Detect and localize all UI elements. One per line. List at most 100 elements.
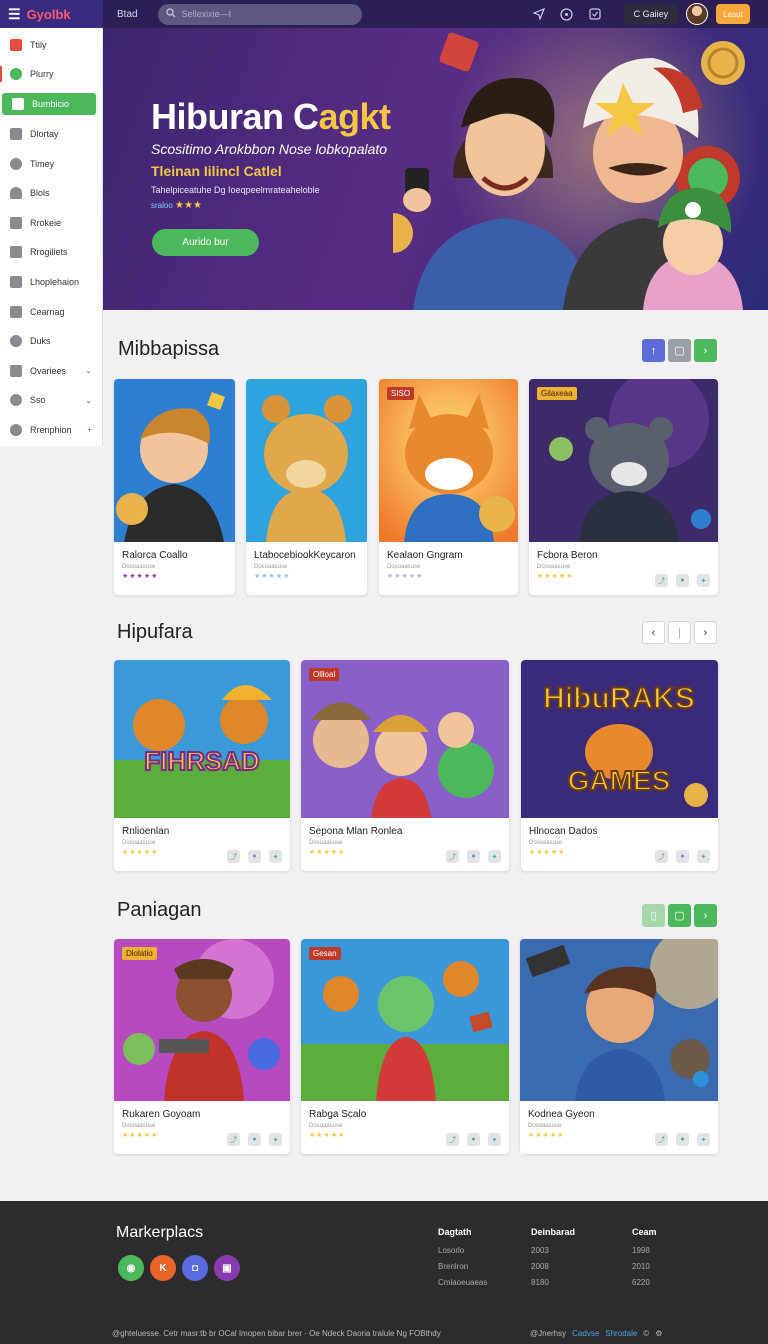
sidebar-item-8[interactable]: Lhoplehaion: [0, 267, 102, 297]
card-thumbnail[interactable]: Ollloal: [301, 660, 509, 818]
chat-icon[interactable]: ◉: [118, 1255, 144, 1281]
menu-icon[interactable]: ☰: [8, 6, 21, 23]
footer-bottom-link[interactable]: Cadvse: [572, 1329, 599, 1338]
settings-icon[interactable]: ⚙: [655, 1329, 662, 1338]
bookmark-icon[interactable]: ▯: [642, 904, 665, 927]
brand[interactable]: ☰ Gyolbk: [0, 0, 103, 28]
bookmark-icon[interactable]: ●: [467, 850, 480, 863]
grid-view-icon[interactable]: ▢: [668, 339, 691, 362]
bookmark-icon[interactable]: ●: [676, 574, 689, 587]
sidebar-item-1[interactable]: Plurry: [0, 60, 102, 90]
footer-bottom-link[interactable]: @Jnerhsy: [530, 1329, 566, 1338]
footer-link[interactable]: Cmlaoeuaeas: [438, 1278, 487, 1287]
sidebar-item-label: Dlortay: [30, 128, 59, 139]
nav-link[interactable]: Btad: [117, 9, 138, 20]
sidebar-item-12[interactable]: Sso ⌄: [0, 386, 102, 416]
share-icon[interactable]: ⤴: [446, 850, 459, 863]
pin-icon[interactable]: ↑: [642, 339, 665, 362]
sidebar-item-6[interactable]: Rrokeie: [0, 208, 102, 238]
sidebar-item-3[interactable]: Dlortay: [0, 119, 102, 149]
share-icon[interactable]: ⤴: [227, 850, 240, 863]
hero-cta-button[interactable]: Aurido bur: [152, 229, 259, 256]
controller-icon[interactable]: ✦: [269, 850, 282, 863]
sidebar-item-4[interactable]: Timey: [0, 149, 102, 179]
search-input[interactable]: [181, 9, 352, 19]
game-card[interactable]: Kodnea Gyeon Dosoaasuse ★★★★★ ⤴ ● ✦: [520, 939, 718, 1154]
controller-icon[interactable]: ✦: [488, 1133, 501, 1146]
sidebar-item-13[interactable]: Rrenphion +: [0, 415, 102, 445]
hero-rating-label: sraloo: [151, 201, 173, 210]
calendar-icon: [12, 98, 24, 111]
game-card[interactable]: FIHRSAD Rnlioenlan Dosoaasuse ★★★★★ ⤴ ● …: [114, 660, 290, 871]
footer-column-heading: Dagtath: [438, 1227, 472, 1237]
card-thumbnail[interactable]: [114, 379, 235, 542]
page-indicator-icon[interactable]: |: [668, 621, 691, 644]
brand-logo[interactable]: Gyolbk: [27, 7, 71, 22]
instagram-icon[interactable]: ◘: [182, 1255, 208, 1281]
card-thumbnail[interactable]: HibuRAKS GAMES: [521, 660, 718, 818]
controller-icon[interactable]: ✦: [697, 574, 710, 587]
message-icon[interactable]: [588, 7, 602, 21]
card-art-subtitle: GAMES: [568, 765, 671, 796]
bookmark-icon[interactable]: ●: [248, 1133, 261, 1146]
sidebar-item-2[interactable]: Bumbicio: [2, 93, 96, 116]
game-card[interactable]: SISO Kealaon Gngram Dosoaasuse ★★★★★: [379, 379, 518, 595]
social-k-icon[interactable]: K: [150, 1255, 176, 1281]
share-icon[interactable]: ⤴: [227, 1133, 240, 1146]
chevron-down-icon[interactable]: ⌄: [85, 366, 92, 375]
card-thumbnail[interactable]: SISO: [379, 379, 518, 542]
bookmark-icon[interactable]: ●: [676, 850, 689, 863]
share-icon[interactable]: ⤴: [446, 1133, 459, 1146]
card-actions: ⤴ ● ✦: [655, 850, 710, 863]
sidebar-item-7[interactable]: Rrogiliets: [0, 238, 102, 268]
bookmark-icon[interactable]: ●: [467, 1133, 480, 1146]
card-thumbnail[interactable]: Dlolatio: [114, 939, 290, 1101]
game-card[interactable]: Ralorca Coallo Dosoaasuse ★★★★★: [114, 379, 235, 595]
footer-link[interactable]: Losorlo: [438, 1246, 487, 1255]
card-title: Sepona Mlan Ronlea: [309, 826, 403, 837]
chevron-left-icon[interactable]: ‹: [642, 621, 665, 644]
sidebar-item-10[interactable]: Duks: [0, 326, 102, 356]
game-card[interactable]: Ollloal Sepona Mlan Ronlea Dosoaasuse ★★…: [301, 660, 509, 871]
game-card[interactable]: Gilaxeaa Fcbora Beron Dosoaasuse ★★★★★ ⤴…: [529, 379, 718, 595]
card-thumbnail[interactable]: FIHRSAD: [114, 660, 290, 818]
chevron-down-icon[interactable]: ⌄: [85, 396, 92, 405]
bookmark-icon[interactable]: ●: [248, 850, 261, 863]
gallery-button[interactable]: C Gaiiey: [623, 4, 679, 24]
controller-icon[interactable]: ✦: [697, 850, 710, 863]
card-thumbnail[interactable]: Gesan: [301, 939, 509, 1101]
help-icon[interactable]: [560, 7, 574, 21]
sidebar-item-5[interactable]: Blols: [0, 178, 102, 208]
plus-icon[interactable]: +: [87, 425, 92, 434]
game-card[interactable]: Dlolatio Rukaren Goyoam Dosoaasuse ★★★★★…: [114, 939, 290, 1154]
controller-icon[interactable]: ✦: [269, 1133, 282, 1146]
card-art: [246, 379, 367, 542]
share-icon[interactable]: ⤴: [655, 1133, 668, 1146]
share-icon[interactable]: ⤴: [655, 850, 668, 863]
grid-view-icon[interactable]: ▢: [668, 904, 691, 927]
share-icon[interactable]: ⤴: [655, 574, 668, 587]
game-card[interactable]: Gesan Rabga Scalo Dosoaasuse ★★★★★ ⤴ ● ✦: [301, 939, 509, 1154]
card-thumbnail[interactable]: [246, 379, 367, 542]
footer-link[interactable]: Brenlron: [438, 1262, 487, 1271]
sidebar-item-9[interactable]: Cearnag: [0, 297, 102, 327]
search-bar[interactable]: [157, 3, 362, 25]
controller-icon[interactable]: ✦: [488, 850, 501, 863]
card-thumbnail[interactable]: [520, 939, 718, 1101]
next-icon[interactable]: ›: [694, 904, 717, 927]
store-icon[interactable]: ▣: [214, 1255, 240, 1281]
controller-icon[interactable]: ✦: [697, 1133, 710, 1146]
game-card[interactable]: HibuRAKS GAMES Hlnocan Dados Dosoaasuse ★…: [521, 660, 718, 871]
next-icon[interactable]: ›: [694, 339, 717, 362]
bookmark-icon[interactable]: ●: [676, 1133, 689, 1146]
footer-bottom-link[interactable]: Shrodale: [605, 1329, 637, 1338]
send-icon[interactable]: [532, 7, 546, 21]
card-thumbnail[interactable]: Gilaxeaa: [529, 379, 718, 542]
social-links: ◉ K ◘ ▣: [118, 1255, 240, 1281]
sidebar-item-11[interactable]: Ovariees ⌄: [0, 356, 102, 386]
sidebar-item-0[interactable]: Ttily: [0, 30, 102, 60]
game-card[interactable]: LtabocebiookKeycaron Dosoaasuse ★★★★★: [246, 379, 367, 595]
chevron-right-icon[interactable]: ›: [694, 621, 717, 644]
top-cta-button[interactable]: Lasut: [716, 4, 750, 24]
avatar[interactable]: [686, 3, 709, 25]
